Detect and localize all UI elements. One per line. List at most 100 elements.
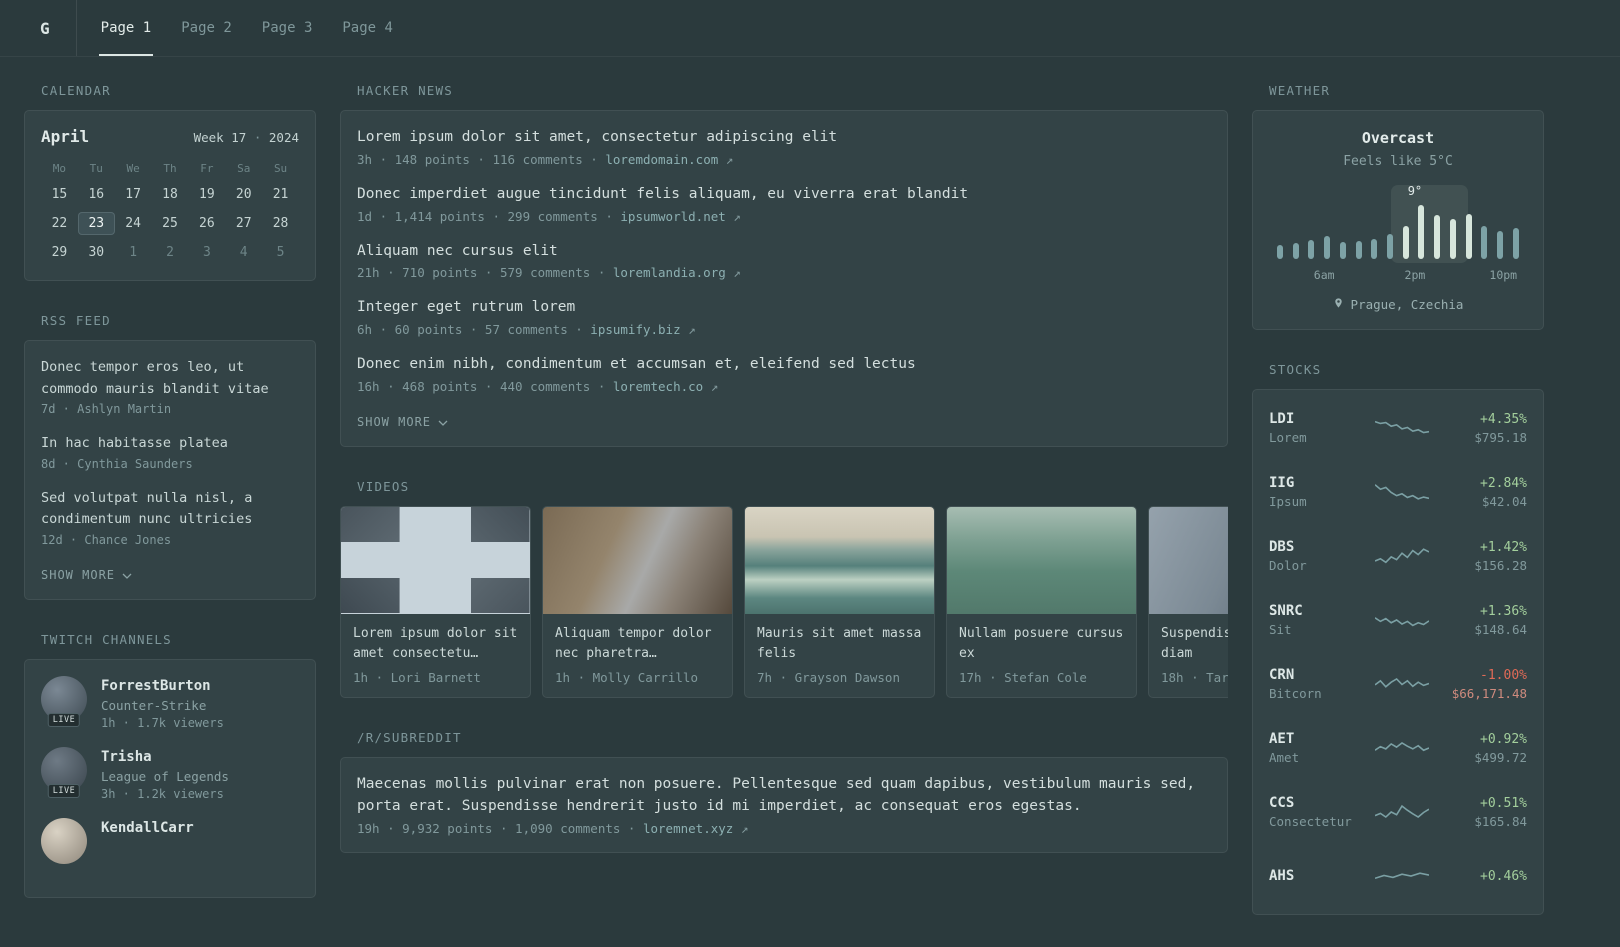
calendar-day[interactable]: 29 [41, 241, 78, 264]
calendar-day[interactable]: 16 [78, 183, 115, 206]
rss-item[interactable]: In hac habitasse platea 8d · Cynthia Saun… [41, 433, 299, 471]
calendar-day[interactable]: 22 [41, 212, 78, 235]
calendar-day[interactable]: 26 [188, 212, 225, 235]
rss-show-more-label: SHOW MORE [41, 567, 116, 582]
stock-symbol: SNRC [1269, 603, 1303, 619]
rss-item-meta: 12d · Chance Jones [41, 532, 172, 547]
stock-price: $156.28 [1474, 557, 1527, 573]
twitch-channel-name: KendallCarr [101, 819, 194, 836]
twitch-channel-viewers: 1h · 1.7k viewers [101, 715, 224, 730]
hackernews-item[interactable]: Donec enim nibh, condimentum et accumsan… [357, 354, 1211, 394]
weather-widget: WEATHER Overcast Feels like 5°C 9° 6am 2p… [1252, 83, 1544, 330]
video-thumbnail-canoe [947, 506, 1136, 614]
rss-show-more-button[interactable]: SHOW MORE [41, 568, 132, 582]
weather-temp-label: 9° [1407, 184, 1423, 198]
rss-item[interactable]: Sed volutpat nulla nisl, a condimentum n… [41, 488, 299, 547]
calendar-day[interactable]: 19 [188, 183, 225, 206]
stock-name: Dolor [1269, 558, 1307, 573]
stock-row[interactable]: IIG Ipsum +2.84% $42.04 [1269, 460, 1527, 524]
hackernews-item[interactable]: Lorem ipsum dolor sit amet, consectetur … [357, 127, 1211, 167]
calendar-day[interactable]: 18 [152, 183, 189, 206]
stock-sparkline [1375, 415, 1429, 441]
stock-name: Consectetur [1269, 814, 1352, 829]
logo[interactable]: G [24, 0, 77, 56]
weather-bar [1371, 239, 1378, 259]
calendar-day[interactable]: 28 [262, 212, 299, 235]
calendar-day[interactable]: 1 [115, 241, 152, 264]
stock-row[interactable]: CRN Bitcorn -1.00% $66,171.48 [1269, 652, 1527, 716]
video-card[interactable]: Nullam posuere cursus ex 17h · Stefan Col… [946, 505, 1137, 699]
stock-price: $148.64 [1474, 621, 1527, 637]
calendar-day[interactable]: 30 [78, 241, 115, 264]
hackernews-item-link[interactable]: loremlandia.org [613, 265, 726, 280]
calendar-day[interactable]: 24 [115, 212, 152, 235]
stock-row[interactable]: AHS +0.46% [1269, 844, 1527, 908]
stock-row[interactable]: DBS Dolor +1.42% $156.28 [1269, 524, 1527, 588]
twitch-channel-name: Trisha [101, 748, 152, 765]
video-meta: 7h · Grayson Dawson [757, 670, 900, 686]
twitch-channel[interactable]: LIVE ForrestBurton Counter-Strike 1h · 1.7k… [41, 675, 299, 730]
tab-page-2[interactable]: Page 2 [179, 0, 234, 56]
calendar-day[interactable]: 5 [262, 241, 299, 264]
live-badge: LIVE [47, 783, 81, 798]
calendar-dow: Tu [89, 162, 103, 175]
stock-row[interactable]: SNRC Sit +1.36% $148.64 [1269, 588, 1527, 652]
weather-bar [1277, 245, 1283, 259]
stock-price: $42.04 [1481, 493, 1527, 509]
video-card[interactable]: Mauris sit amet massa felis 7h · Grayson … [744, 505, 935, 699]
subreddit-item[interactable]: Maecenas mollis pulvinar erat non posuer… [357, 774, 1211, 836]
calendar-day[interactable]: 17 [115, 183, 152, 206]
video-title: Nullam posuere cursus ex [959, 625, 1124, 661]
stock-price: $499.72 [1474, 749, 1527, 765]
left-column: CALENDAR April Week 17 · 2024 Mo Tu We Th Fr… [24, 83, 316, 947]
calendar-day[interactable]: 2 [152, 241, 189, 264]
calendar-day[interactable]: 4 [225, 241, 262, 264]
hackernews-item-meta: 3h · 148 points · 116 comments · loremdo… [357, 152, 1211, 167]
calendar-day[interactable]: 15 [41, 183, 78, 206]
subreddit-item-link[interactable]: loremnet.xyz [643, 821, 733, 836]
stock-row[interactable]: AET Amet +0.92% $499.72 [1269, 716, 1527, 780]
hackernews-item-meta: 1d · 1,414 points · 299 comments · ipsum… [357, 209, 1211, 224]
tab-page-3[interactable]: Page 3 [260, 0, 315, 56]
video-card[interactable]: Lorem ipsum dolor sit amet consectetu… 1h… [340, 505, 531, 699]
tab-page-1[interactable]: Page 1 [98, 0, 154, 56]
external-link-icon: ↗ [725, 208, 741, 224]
calendar-day[interactable]: 21 [262, 183, 299, 206]
hackernews-item[interactable]: Aliquam nec cursus elit 21h · 710 points … [357, 241, 1211, 281]
hackernews-item-link[interactable]: ipsumworld.net [620, 209, 725, 224]
rss-item[interactable]: Donec tempor eros leo, ut commodo mauris… [41, 357, 299, 416]
hackernews-item-link[interactable]: loremdomain.com [605, 152, 718, 167]
hackernews-item-title: Donec imperdiet augue tincidunt felis al… [357, 185, 969, 202]
stock-name: Sit [1269, 622, 1292, 637]
calendar-day[interactable]: 27 [225, 212, 262, 235]
stock-change: +0.46% [1480, 868, 1527, 884]
hackernews-show-more-button[interactable]: SHOW MORE [357, 415, 448, 429]
video-card[interactable]: Suspendisse diam 18h · Tara [1148, 505, 1228, 699]
hackernews-item[interactable]: Integer eget rutrum lorem 6h · 60 points … [357, 297, 1211, 337]
hackernews-item-stats: 3h · 148 points · 116 comments · [357, 151, 606, 167]
twitch-channel[interactable]: KendallCarr [41, 817, 299, 864]
stock-row[interactable]: LDI Lorem +4.35% $795.18 [1269, 396, 1527, 460]
calendar-month: April [41, 127, 90, 146]
tab-page-4[interactable]: Page 4 [340, 0, 395, 56]
stock-price: $66,171.48 [1451, 685, 1527, 701]
calendar-day[interactable]: 20 [225, 183, 262, 206]
hackernews-item-link[interactable]: ipsumify.biz [590, 322, 680, 337]
video-meta: 17h · Stefan Cole [959, 670, 1087, 686]
calendar-day[interactable]: 25 [152, 212, 189, 235]
hackernews-item-link[interactable]: loremtech.co [613, 379, 703, 394]
video-card[interactable]: Aliquam tempor dolor nec pharetra… 1h · M… [542, 505, 733, 699]
stock-row[interactable]: CCS Consectetur +0.51% $165.84 [1269, 780, 1527, 844]
rss-widget: RSS FEED Donec tempor eros leo, ut commo… [24, 313, 316, 600]
weather-location-row[interactable]: Prague, Czechia [1269, 296, 1527, 313]
calendar-day[interactable]: 3 [188, 241, 225, 264]
twitch-channel[interactable]: LIVE Trisha League of Legends 3h · 1.2k vie… [41, 746, 299, 801]
top-nav: G Page 1 Page 2 Page 3 Page 4 [0, 0, 1620, 57]
calendar-dow: Mo [52, 162, 67, 175]
weather-feels-like: Feels like 5°C [1343, 154, 1453, 169]
stock-symbol: CRN [1269, 667, 1295, 683]
hackernews-item[interactable]: Donec imperdiet augue tincidunt felis al… [357, 184, 1211, 224]
calendar-dow: Fr [200, 162, 214, 175]
video-title: Aliquam tempor dolor nec pharetra… [555, 625, 712, 661]
calendar-day-selected[interactable]: 23 [77, 212, 115, 235]
